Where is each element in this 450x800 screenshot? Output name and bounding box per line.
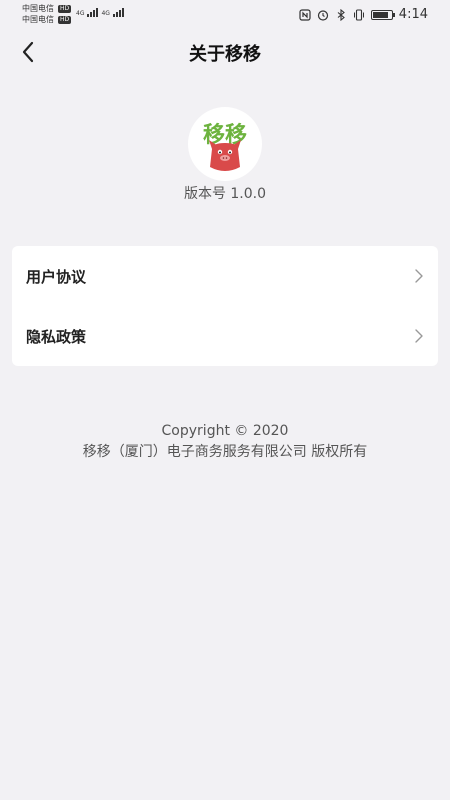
signal-bars-icon <box>87 7 99 17</box>
chevron-right-icon <box>415 329 423 343</box>
menu-card: 用户协议 隐私政策 <box>12 246 438 366</box>
signal-indicators: 4G 4G <box>76 7 124 17</box>
hd-badge-2: HD <box>58 15 72 24</box>
status-bar: 中国电信 HD 中国电信 HD 4G 4G 4:14 <box>0 0 450 30</box>
mascot-icon <box>209 140 241 171</box>
bluetooth-icon <box>337 8 345 21</box>
menu-item-privacy-policy[interactable]: 隐私政策 <box>12 306 438 366</box>
status-time: 4:14 <box>398 7 428 22</box>
alarm-icon <box>317 9 328 21</box>
network-type-2: 4G <box>101 10 110 17</box>
company-text: 移移（厦门）电子商务服务有限公司 版权所有 <box>82 444 368 460</box>
nav-bar: 关于移移 <box>0 30 450 74</box>
carrier-info: 中国电信 HD 中国电信 HD <box>22 3 72 25</box>
app-logo: 移移 <box>188 107 262 181</box>
hd-badge-1: HD <box>58 4 72 13</box>
vibrate-icon <box>353 8 364 21</box>
footer: Copyright © 2020 移移（厦门）电子商务服务有限公司 版权所有 <box>0 421 450 463</box>
status-icons: 4:14 <box>299 7 428 22</box>
battery-icon <box>370 9 395 20</box>
menu-item-label: 用户协议 <box>26 267 87 286</box>
copyright-text: Copyright © 2020 <box>161 423 289 439</box>
page-title: 关于移移 <box>189 44 261 65</box>
nfc-icon <box>299 8 311 21</box>
version-label: 版本号 1.0.0 <box>183 186 267 202</box>
menu-item-label: 隐私政策 <box>26 327 87 346</box>
network-type-1: 4G <box>76 10 85 17</box>
chevron-right-icon <box>415 269 423 283</box>
signal-bars-icon <box>112 7 124 17</box>
carrier-name-1: 中国电信 <box>22 4 54 13</box>
menu-item-user-agreement[interactable]: 用户协议 <box>12 246 438 306</box>
carrier-name-2: 中国电信 <box>22 15 54 24</box>
